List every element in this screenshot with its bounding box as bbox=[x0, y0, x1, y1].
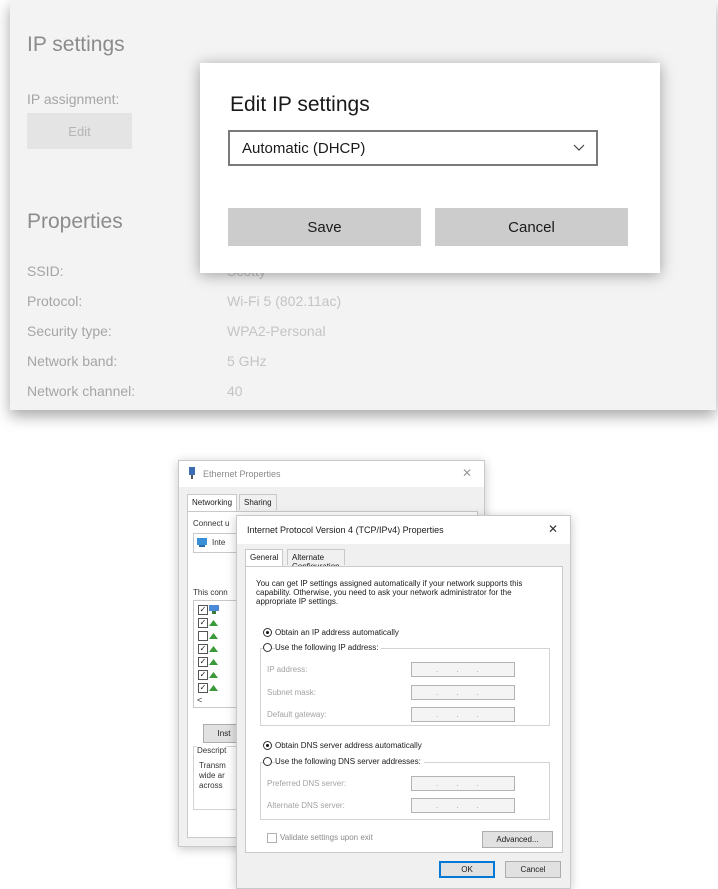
validate-settings-checkbox[interactable] bbox=[267, 833, 277, 843]
ipv4-properties-window: Internet Protocol Version 4 (TCP/IPv4) P… bbox=[236, 515, 571, 889]
protocol-icon bbox=[209, 646, 218, 652]
window-title: Ethernet Properties bbox=[203, 469, 281, 479]
description-text: You can get IP settings assigned automat… bbox=[256, 579, 523, 606]
property-value: 40 bbox=[227, 383, 243, 399]
dropdown-selected-value: Automatic (DHCP) bbox=[242, 140, 366, 157]
protocol-icon bbox=[209, 672, 218, 678]
checkbox-checked[interactable]: ✓ bbox=[198, 670, 208, 680]
cancel-button[interactable]: Cancel bbox=[435, 208, 628, 246]
use-following-dns-label: Use the following DNS server addresses: bbox=[275, 757, 424, 766]
property-key: Security type: bbox=[27, 323, 112, 339]
property-key: Protocol: bbox=[27, 293, 83, 309]
checkbox-unchecked[interactable] bbox=[198, 631, 208, 641]
validate-settings-label: Validate settings upon exit bbox=[280, 833, 373, 842]
use-following-ip-label: Use the following IP address: bbox=[275, 643, 382, 652]
tab-alternate-configuration[interactable]: Alternate Configuration bbox=[287, 549, 345, 571]
dialog-title: Edit IP settings bbox=[230, 93, 370, 116]
checkbox-checked[interactable]: ✓ bbox=[198, 683, 208, 693]
checkbox-checked[interactable]: ✓ bbox=[198, 618, 208, 628]
protocol-icon bbox=[209, 659, 218, 665]
obtain-dns-auto-radio[interactable] bbox=[263, 741, 272, 750]
property-key: Network band: bbox=[27, 353, 118, 369]
property-key: SSID: bbox=[27, 263, 64, 279]
general-tab-content: You can get IP settings assigned automat… bbox=[245, 566, 563, 853]
tab-sharing[interactable]: Sharing bbox=[239, 494, 277, 510]
tab-networking[interactable]: Networking bbox=[187, 494, 238, 512]
title-bar: Ethernet Properties ✕ bbox=[179, 461, 484, 487]
checkbox-checked[interactable]: ✓ bbox=[198, 657, 208, 667]
use-following-dns-radio[interactable] bbox=[263, 757, 272, 766]
adapter-name: Inte bbox=[212, 538, 226, 547]
protocol-icon bbox=[209, 620, 218, 626]
adapter-icon bbox=[197, 538, 207, 547]
cancel-button[interactable]: Cancel bbox=[505, 861, 561, 878]
close-icon[interactable]: ✕ bbox=[548, 522, 558, 536]
title-bar: Internet Protocol Version 4 (TCP/IPv4) P… bbox=[237, 516, 570, 544]
client-icon bbox=[209, 605, 219, 614]
use-following-ip-radio[interactable] bbox=[263, 643, 272, 652]
ip-assignment-dropdown[interactable]: Automatic (DHCP) bbox=[228, 130, 598, 166]
save-button[interactable]: Save bbox=[228, 208, 421, 246]
preferred-dns-input[interactable]: ... bbox=[411, 776, 515, 791]
close-icon[interactable]: ✕ bbox=[462, 466, 472, 480]
protocol-icon bbox=[209, 633, 218, 639]
obtain-ip-auto-radio[interactable] bbox=[263, 628, 272, 637]
wifi-settings-panel: IP settings IP assignment: Edit Properti… bbox=[10, 0, 716, 410]
advanced-button[interactable]: Advanced... bbox=[482, 831, 553, 848]
ip-address-label: IP address: bbox=[267, 665, 308, 674]
property-value: Wi-Fi 5 (802.11ac) bbox=[227, 293, 342, 309]
alternate-dns-input[interactable]: ... bbox=[411, 798, 515, 813]
checkbox-checked[interactable]: ✓ bbox=[198, 605, 208, 615]
checkbox-checked[interactable]: ✓ bbox=[198, 644, 208, 654]
scroll-left-arrow[interactable]: < bbox=[197, 695, 202, 705]
chevron-down-icon bbox=[573, 144, 585, 151]
property-value: 5 GHz bbox=[227, 353, 267, 369]
edit-ip-button[interactable]: Edit bbox=[27, 113, 132, 149]
default-gateway-label: Default gateway: bbox=[267, 710, 327, 719]
this-connection-label: This conn bbox=[193, 588, 228, 597]
subnet-mask-label: Subnet mask: bbox=[267, 688, 316, 697]
ip-address-input[interactable]: ... bbox=[411, 662, 515, 677]
property-key: Network channel: bbox=[27, 383, 136, 399]
connect-using-label: Connect u bbox=[193, 519, 230, 528]
protocol-icon bbox=[209, 685, 218, 691]
subnet-mask-input[interactable]: ... bbox=[411, 685, 515, 700]
description-text-line: Transm bbox=[199, 761, 226, 770]
description-text-line: across bbox=[199, 781, 223, 790]
edit-ip-settings-dialog: Edit IP settings Automatic (DHCP) Save C… bbox=[200, 63, 660, 273]
alternate-dns-label: Alternate DNS server: bbox=[267, 801, 345, 810]
network-adapter-icon bbox=[189, 467, 195, 479]
ip-settings-heading: IP settings bbox=[27, 33, 125, 56]
default-gateway-input[interactable]: ... bbox=[411, 707, 515, 722]
description-text-line: wide ar bbox=[199, 771, 225, 780]
description-label: Descript bbox=[197, 746, 227, 755]
preferred-dns-label: Preferred DNS server: bbox=[267, 779, 347, 788]
window-title: Internet Protocol Version 4 (TCP/IPv4) P… bbox=[247, 525, 444, 535]
property-value: WPA2-Personal bbox=[227, 323, 326, 339]
obtain-dns-auto-label: Obtain DNS server address automatically bbox=[275, 741, 422, 750]
properties-heading: Properties bbox=[27, 210, 123, 233]
ok-button[interactable]: OK bbox=[439, 861, 495, 878]
tab-general[interactable]: General bbox=[245, 549, 284, 567]
ip-assignment-label: IP assignment: bbox=[27, 91, 120, 107]
obtain-ip-auto-label: Obtain an IP address automatically bbox=[275, 628, 399, 637]
